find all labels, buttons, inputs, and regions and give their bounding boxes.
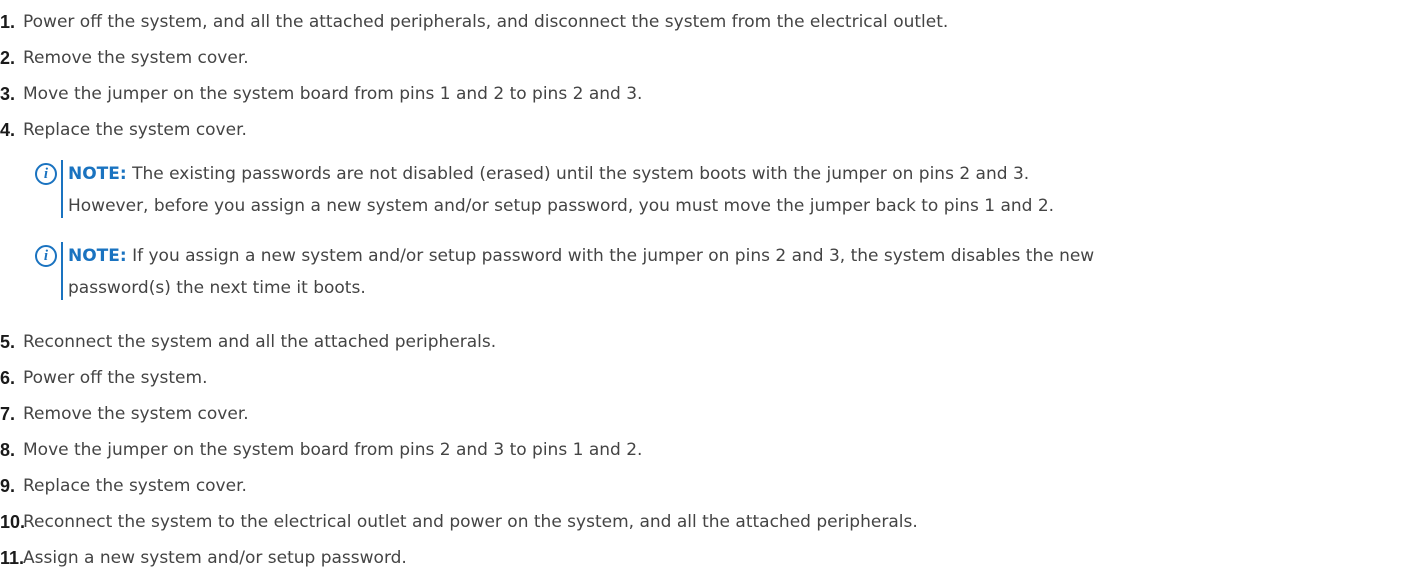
note-line: password(s) the next time it boots. xyxy=(68,278,366,298)
note-label: NOTE: xyxy=(68,246,127,266)
info-icon: i xyxy=(35,245,57,267)
step-text: Power off the system, and all the attach… xyxy=(23,12,949,32)
step-text: Remove the system cover. xyxy=(23,404,249,424)
note-text: If you assign a new system and/or setup … xyxy=(132,246,1095,266)
step-number: 11. xyxy=(0,548,25,568)
step-number: 9. xyxy=(0,476,16,496)
step-text: Assign a new system and/or setup passwor… xyxy=(23,548,407,568)
note-line: NOTE: If you assign a new system and/or … xyxy=(68,240,1405,272)
step-text: Replace the system cover. xyxy=(23,476,247,496)
info-icon: i xyxy=(35,163,57,185)
step-number: 4. xyxy=(0,120,16,140)
step-text: Reconnect the system to the electrical o… xyxy=(23,512,918,532)
step-number: 10. xyxy=(0,512,26,532)
step-number: 7. xyxy=(0,404,16,424)
note-text: The existing passwords are not disabled … xyxy=(132,164,1030,184)
step-number: 3. xyxy=(0,84,16,104)
note-divider xyxy=(61,242,63,300)
step-number: 5. xyxy=(0,332,16,352)
note-divider xyxy=(61,160,63,218)
step-text: Reconnect the system and all the attache… xyxy=(23,332,497,352)
note-callout: i NOTE: The existing passwords are not d… xyxy=(35,158,1405,222)
step-text: Power off the system. xyxy=(23,368,208,388)
step-text: Move the jumper on the system board from… xyxy=(23,440,643,460)
step-text: Replace the system cover. xyxy=(23,120,247,140)
step-text: Move the jumper on the system board from… xyxy=(23,84,643,104)
note-line: NOTE: The existing passwords are not dis… xyxy=(68,158,1405,190)
note-label: NOTE: xyxy=(68,164,127,184)
note-body: NOTE: The existing passwords are not dis… xyxy=(68,158,1405,222)
step-text: Remove the system cover. xyxy=(23,48,249,68)
note-body: NOTE: If you assign a new system and/or … xyxy=(68,240,1405,304)
note-callout: i NOTE: If you assign a new system and/o… xyxy=(35,240,1405,304)
step-number: 2. xyxy=(0,48,16,68)
step-number: 8. xyxy=(0,440,16,460)
step-number: 6. xyxy=(0,368,16,388)
note-line: However, before you assign a new system … xyxy=(68,196,1055,216)
step-number: 1. xyxy=(0,12,16,32)
